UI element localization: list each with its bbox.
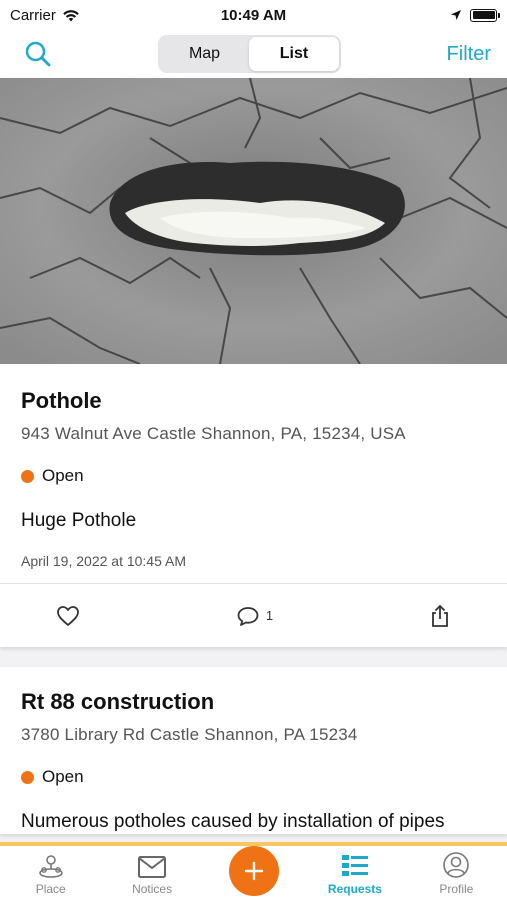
requests-list[interactable]: Pothole 943 Walnut Ave Castle Shannon, P…: [0, 78, 507, 842]
status-bar: Carrier 10:49 AM: [0, 0, 507, 30]
segment-list[interactable]: List: [249, 37, 339, 71]
battery-icon: [470, 8, 500, 22]
request-title: Pothole: [21, 388, 102, 413]
request-photo: [0, 78, 507, 364]
share-icon: [432, 604, 448, 627]
add-request-button[interactable]: [228, 846, 279, 896]
list-icon: [341, 855, 368, 876]
status-time: 10:49 AM: [220, 6, 287, 24]
status-label: Open: [42, 767, 84, 786]
tab-place[interactable]: Place: [0, 846, 101, 900]
pothole-photo: [0, 78, 507, 364]
request-address: 3780 Library Rd Castle Shannon, PA 15234: [21, 725, 358, 744]
request-title: Rt 88 construction: [21, 689, 215, 714]
wifi-icon: [63, 9, 79, 21]
mail-icon: [138, 856, 167, 878]
comments-button[interactable]: 1: [236, 605, 273, 627]
search-icon[interactable]: [24, 40, 52, 68]
location-arrow-icon: [451, 10, 461, 20]
status-dot-icon: [21, 469, 34, 483]
plus-icon: [244, 861, 263, 881]
share-button[interactable]: [429, 604, 451, 628]
request-description: Huge Pothole: [21, 510, 137, 531]
status-label: Open: [42, 466, 84, 485]
card-actions: 1: [0, 583, 507, 647]
comment-icon: [237, 606, 259, 626]
tab-requests-label: Requests: [327, 882, 382, 896]
tab-bar: Place Notices Requests Profile: [0, 842, 507, 900]
request-date: April 19, 2022 at 10:45 AM: [21, 553, 186, 569]
nav-bar: Map List Filter: [0, 30, 507, 78]
profile-icon: [443, 852, 470, 878]
filter-button[interactable]: Filter: [447, 43, 491, 66]
request-card[interactable]: Pothole 943 Walnut Ave Castle Shannon, P…: [0, 78, 507, 647]
tab-profile[interactable]: Profile: [406, 846, 507, 900]
tab-profile-label: Profile: [439, 882, 474, 896]
request-address: 943 Walnut Ave Castle Shannon, PA, 15234…: [21, 424, 406, 443]
status-dot-icon: [21, 770, 34, 784]
place-icon: [38, 855, 63, 878]
comment-count: 1: [265, 608, 274, 623]
tab-place-label: Place: [35, 882, 66, 896]
request-description: Numerous potholes caused by installation…: [21, 811, 445, 832]
view-segmented-control: Map List: [157, 35, 341, 73]
tab-notices[interactable]: Notices: [101, 846, 202, 900]
tab-requests[interactable]: Requests: [304, 846, 405, 900]
carrier-label: Carrier: [10, 6, 56, 24]
tab-add: [203, 846, 304, 900]
tab-notices-label: Notices: [132, 882, 173, 896]
request-status: Open: [21, 767, 486, 787]
heart-icon: [57, 605, 79, 626]
like-button[interactable]: [56, 605, 80, 627]
segment-map[interactable]: Map: [160, 37, 250, 71]
request-status: Open: [21, 466, 486, 486]
request-card[interactable]: Rt 88 construction 3780 Library Rd Castl…: [0, 667, 507, 834]
